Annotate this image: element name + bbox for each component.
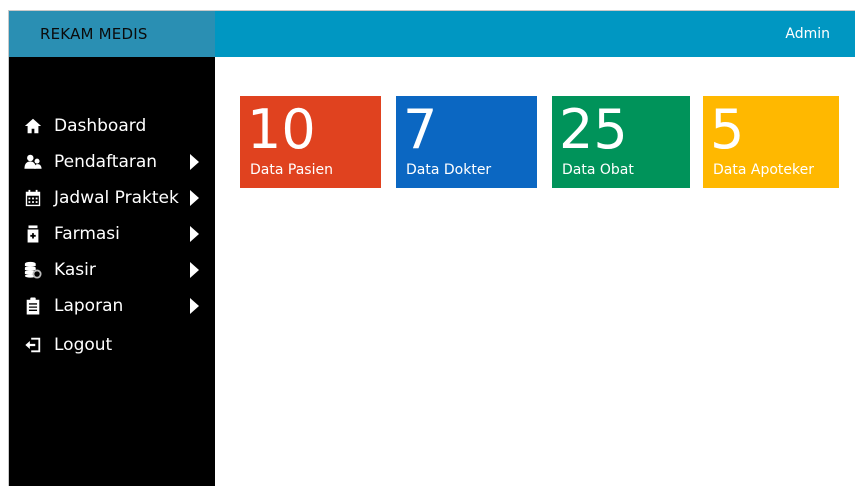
sidebar-item-label: Pendaftaran	[54, 152, 158, 172]
home-icon	[24, 117, 42, 135]
clipboard-icon	[24, 297, 42, 315]
sidebar-item-label: Logout	[54, 335, 113, 355]
calendar-icon	[24, 189, 42, 207]
caret-right-icon	[190, 262, 199, 278]
sidebar: Dashboard Pendaftaran Jadwal Praktek Far…	[9, 57, 215, 486]
sidebar-item-kasir[interactable]: Kasir	[9, 252, 215, 288]
sidebar-item-label: Farmasi	[54, 224, 120, 244]
card-label: Data Pasien	[250, 162, 333, 178]
card-value: 5	[710, 98, 745, 161]
card-label: Data Apoteker	[713, 162, 814, 178]
card-value: 10	[247, 98, 316, 161]
coins-icon	[24, 261, 42, 279]
card-data-apoteker[interactable]: 5 Data Apoteker	[703, 96, 839, 188]
sidebar-item-pendaftaran[interactable]: Pendaftaran	[9, 144, 215, 180]
logout-icon	[24, 336, 42, 354]
card-data-obat[interactable]: 25 Data Obat	[552, 96, 690, 188]
sidebar-item-label: Kasir	[54, 260, 96, 280]
card-data-pasien[interactable]: 10 Data Pasien	[240, 96, 381, 188]
caret-right-icon	[190, 154, 199, 170]
sidebar-item-label: Dashboard	[54, 116, 147, 136]
app-brand[interactable]: REKAM MEDIS	[9, 11, 215, 57]
sidebar-item-jadwal-praktek[interactable]: Jadwal Praktek	[9, 180, 215, 216]
users-icon	[24, 153, 42, 171]
sidebar-item-label: Jadwal Praktek	[54, 188, 179, 208]
caret-right-icon	[190, 190, 199, 206]
card-label: Data Obat	[562, 162, 634, 178]
sidebar-item-logout[interactable]: Logout	[9, 327, 215, 363]
caret-right-icon	[190, 298, 199, 314]
top-bar: Admin	[215, 11, 855, 57]
card-value: 25	[559, 98, 628, 161]
sidebar-item-laporan[interactable]: Laporan	[9, 288, 215, 324]
sidebar-item-label: Laporan	[54, 296, 124, 316]
card-label: Data Dokter	[406, 162, 492, 178]
caret-right-icon	[190, 226, 199, 242]
sidebar-menu: Dashboard Pendaftaran Jadwal Praktek Far…	[9, 108, 215, 363]
user-menu[interactable]: Admin	[785, 11, 830, 57]
sidebar-item-dashboard[interactable]: Dashboard	[9, 108, 215, 144]
medicine-bottle-icon	[24, 225, 42, 243]
user-name: Admin	[785, 26, 830, 42]
sidebar-item-farmasi[interactable]: Farmasi	[9, 216, 215, 252]
card-data-dokter[interactable]: 7 Data Dokter	[396, 96, 537, 188]
brand-title: REKAM MEDIS	[40, 25, 148, 43]
card-value: 7	[403, 98, 438, 161]
app-window: REKAM MEDIS Admin Dashboard Pendaftaran	[8, 10, 855, 486]
